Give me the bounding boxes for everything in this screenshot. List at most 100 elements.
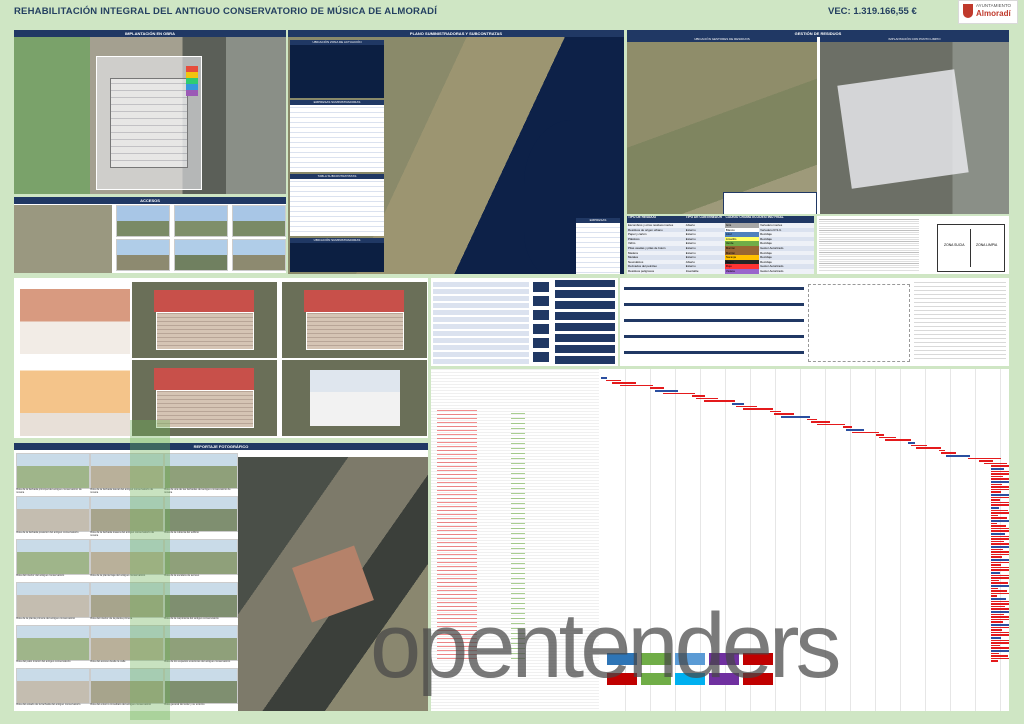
gantt-bar: [991, 621, 1003, 623]
photo-caption: Vista de la fachada posterior del antigu…: [16, 531, 79, 534]
gantt-bar: [991, 572, 1000, 574]
table-cell: Insertable: [685, 268, 699, 273]
panel-accesos: ACCESOS: [14, 197, 286, 273]
photo-thumbnail: [16, 625, 90, 661]
gantt-bar: [649, 387, 664, 389]
photo-thumbnail: [164, 625, 238, 661]
notes-text-block: [819, 218, 919, 272]
photo-thumbnail: [16, 668, 90, 704]
table-rows: [290, 179, 384, 236]
gantt-bar: [991, 574, 1009, 577]
empresas-suministradoras-table: EMPRESAS SUMINISTRADORAS: [290, 100, 384, 172]
gantt-bar: [991, 595, 997, 597]
tabla-subcontratistas: TABLA SUBCONTRATISTAS: [290, 174, 384, 236]
gantt-bar: [696, 397, 719, 400]
shield-icon: [963, 4, 973, 18]
gantt-bar: [991, 611, 1009, 613]
zona-divider: [970, 229, 971, 267]
gantt-bar: [991, 509, 1008, 512]
gantt-bar: [991, 644, 1000, 647]
panel-title: IMPLANTACIÓN EN OBRA: [14, 30, 286, 37]
gantt-bar: [941, 452, 957, 454]
gantt-bar: [851, 431, 879, 434]
gantt-bar: [991, 507, 999, 509]
gantt-bar: [991, 642, 1009, 644]
gantt-bar: [991, 548, 1003, 551]
table-cell: Residuos peligrosos: [628, 268, 655, 273]
gantt-bar: [991, 517, 1007, 519]
photo-caption: Vista de la cubierta del edificio: [164, 531, 199, 534]
photo-thumbnail: [164, 668, 238, 704]
gantt-bar: [991, 538, 1009, 540]
header-cell: CÓDIGO CROMÁTICO: [725, 216, 759, 219]
panel-process-flow: [431, 278, 618, 366]
panel-reportaje: REPORTAJE FOTOGRÁFICO Vista de la fachad…: [14, 443, 428, 711]
photo-thumbnail: [16, 582, 90, 618]
punto-limpio-map: IMPLANTACIÓN CON PUNTO LIMPIO: [820, 37, 1009, 214]
table-rows: [290, 105, 384, 172]
gantt-bar: [991, 660, 998, 662]
access-map: [14, 205, 112, 273]
gantt-bar: [810, 421, 830, 423]
panel-title: REPORTAJE FOTOGRÁFICO: [14, 443, 428, 450]
access-photo: [232, 205, 286, 237]
gantt-bar: [991, 564, 1001, 566]
gantt-bar: [991, 522, 997, 525]
header-cell: DESTINO FINAL: [759, 216, 784, 219]
roof: [304, 290, 404, 312]
gantt-bar: [991, 652, 999, 655]
gantt-bar: [735, 405, 757, 408]
photo-caption: Vista de la planta primera del antiguo c…: [16, 617, 76, 620]
gantt-bar: [991, 475, 1003, 478]
render-4: [20, 360, 130, 436]
legend-box: [186, 66, 198, 96]
gantt-bar: [991, 647, 1009, 649]
gantt-bar: [991, 488, 1009, 491]
logo-line-2: Almoradí: [976, 9, 1011, 18]
gantt-bar: [879, 436, 897, 439]
header-cell: TIPO DE RESIDUO: [628, 216, 657, 219]
gantt-bar: [991, 473, 1009, 475]
photo-caption: Vista de la fachada principal del antigu…: [16, 488, 82, 494]
gantt-bar: [991, 598, 1006, 600]
table-cell: Gestor Autorizado: [760, 268, 784, 273]
table-row: Residuos peligrosos Insertable Violeta Gest…: [627, 268, 814, 274]
watermark-stem: [130, 420, 170, 720]
panel-residuos-table: TIPO DE RESIDUO TIPO DE CONTENEDOR CÓDIG…: [627, 216, 814, 274]
gantt-bar: [991, 499, 1000, 501]
vec-amount: VEC: 1.319.166,55 €: [828, 6, 917, 17]
gantt-bar: [991, 655, 1008, 657]
photo-caption: Vista del patio interior del antiguo con…: [16, 660, 71, 663]
org-chart: [808, 284, 910, 362]
gantt-bar: [743, 408, 774, 410]
photo-grid: Vista de la fachada principal del antigu…: [14, 453, 238, 711]
gantt-bar: [991, 657, 1009, 660]
roof: [154, 290, 254, 312]
gantt-bar: [991, 613, 1004, 616]
residuos-table: TIPO DE RESIDUO TIPO DE CONTENEDOR CÓDIG…: [627, 216, 814, 274]
flow-column: [533, 282, 549, 362]
gantt-bar: [991, 491, 1001, 493]
zona-sucia-label: ZONA SUCIA: [944, 243, 965, 247]
flow-table-right: [555, 280, 615, 364]
facade: [156, 390, 254, 428]
gantt-bar: [991, 561, 1009, 564]
gantt-bar: [991, 605, 1005, 608]
photo-thumbnail: [16, 496, 90, 532]
access-photo: [174, 239, 228, 271]
gantt-bar: [611, 382, 636, 384]
gantt-bar: [991, 577, 1009, 579]
gantt-bar: [781, 416, 811, 418]
render-6: [282, 360, 427, 436]
render-2: [132, 282, 277, 358]
gantt-bar: [910, 444, 927, 447]
gantt-bar: [991, 582, 1008, 584]
gantt-bar: [991, 533, 1005, 535]
gantt-bar: [662, 392, 695, 395]
gantt-bar: [991, 650, 1009, 652]
map-title: IMPLANTACIÓN CON PUNTO LIMPIO: [820, 37, 1009, 42]
gantt-bar: [991, 616, 1009, 618]
logo-line-1: AYUNTAMIENTO: [976, 3, 1012, 8]
gantt-bar: [991, 587, 998, 590]
gantt-bar: [770, 410, 782, 413]
